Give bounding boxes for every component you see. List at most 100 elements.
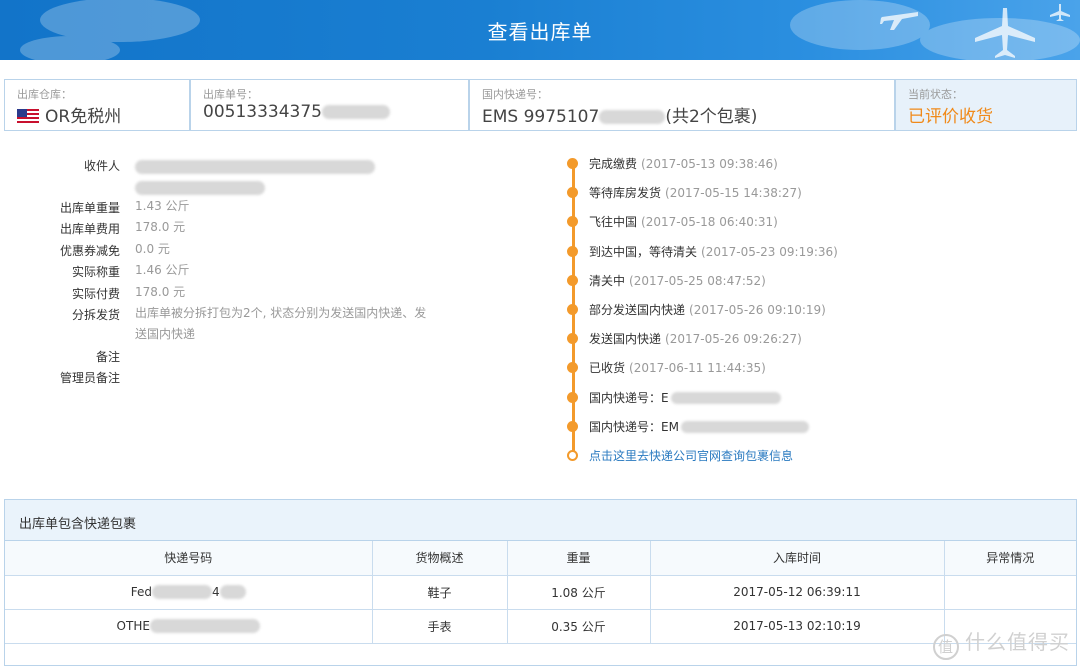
watermark-logo: 值 [933, 634, 959, 660]
timeline-dot [567, 158, 578, 169]
timeline-timestamp: (2017-05-18 06:40:31) [641, 215, 778, 230]
timeline-text: 清关中 (2017-05-25 08:47:52) [589, 272, 766, 289]
us-flag-icon [17, 109, 39, 123]
column-header-time: 入库时间 [650, 541, 945, 576]
page-title: 查看出库单 [487, 20, 593, 44]
actual-pay-label: 实际付费 [71, 287, 120, 301]
timeline-text: 完成缴费 (2017-05-13 09:38:46) [589, 155, 778, 172]
tracking-cell: OTHE [5, 609, 373, 644]
admin-remark-label: 管理员备注 [59, 371, 120, 385]
order-number-box: 出库单号： 00513334375 [190, 79, 469, 131]
fee-value: 178.0 元 [135, 220, 186, 234]
weight-label: 出库单重量 [59, 201, 120, 215]
timeline-end-dot [567, 450, 578, 461]
timeline-dot [567, 216, 578, 228]
table-row: OTHE 手表 0.35 公斤 2017-05-13 02:10:19 [5, 609, 1076, 644]
timeline-timestamp: (2017-05-26 09:10:19) [689, 303, 826, 317]
redacted-block [135, 159, 375, 174]
redacted-block [135, 180, 265, 195]
timeline-event: 已收货 [589, 361, 626, 376]
timeline-timestamp: (2017-06-11 11:44:35) [629, 361, 766, 376]
column-header-exception: 异常情况 [944, 541, 1076, 576]
timeline-dot [567, 304, 578, 315]
warehouse-value: OR免税州 [17, 102, 121, 127]
watermark: 值什么值得买 [933, 626, 1070, 660]
timeline-event: 国内快递号：EM [589, 419, 679, 434]
column-header-goods: 货物概述 [372, 541, 508, 576]
actual-weight-value: 1.46 公斤 [135, 263, 190, 277]
recipient-value [135, 156, 435, 198]
timeline-text: 国内快递号：EM [589, 418, 809, 435]
watermark-text: 什么值得买 [965, 630, 1070, 654]
timeline-event: 完成缴费 [589, 157, 638, 171]
order-number-label: 出库单号： [203, 88, 258, 101]
timeline-event: 清关中 [589, 273, 626, 288]
express-number-box: 国内快递号： EMS 9975107 (共2个包裹) [469, 79, 895, 131]
timeline-timestamp: (2017-05-13 09:38:46) [641, 157, 778, 171]
timeline-text: 国内快递号：E [589, 389, 781, 406]
split-value: 出库单被分拆打包为2个, 状态分别为发送国内快递、发送国内快递 [135, 306, 427, 341]
redacted-block [680, 421, 809, 434]
goods-cell: 鞋子 [372, 575, 508, 610]
status-label: 当前状态： [908, 88, 963, 101]
timeline-dot [567, 420, 578, 432]
timeline-dot [567, 274, 578, 286]
warehouse-label: 出库仓库： [17, 88, 72, 101]
weight-value: 1.43 公斤 [135, 199, 190, 213]
redacted-block [321, 105, 390, 119]
warehouse-box: 出库仓库： OR免税州 [4, 79, 190, 131]
table-row: Fed 4 鞋子 1.08 公斤 2017-05-12 06:39:11 [5, 575, 1076, 610]
express-number-label: 国内快递号： [482, 88, 548, 101]
timeline-text: 部分发送国内快递 (2017-05-26 09:10:19) [589, 301, 826, 318]
page-header: 查看出库单 [0, 0, 1080, 60]
timeline-event: 到达中国，等待清关 [589, 244, 698, 259]
packages-panel: 出库单包含快递包裹 快递号码 货物概述 重量 入库时间 异常情况 Fed 4 鞋子… [4, 499, 1077, 666]
tracking-cell: Fed 4 [5, 575, 373, 610]
table-header-row: 快递号码 货物概述 重量 入库时间 异常情况 [5, 541, 1076, 576]
split-label: 分拆发货 [71, 308, 120, 322]
packages-header: 出库单包含快递包裹 [5, 500, 1076, 541]
timeline-event: 国内快递号：E [589, 390, 669, 405]
timeline-timestamp: (2017-05-25 08:47:52) [629, 273, 766, 288]
express-number-value: EMS 9975107 (共2个包裹) [482, 102, 757, 127]
warehouse-name: OR免税州 [45, 107, 122, 127]
actual-weight-label: 实际称重 [71, 265, 120, 279]
timeline-event: 飞往中国 [589, 215, 638, 230]
timeline-text: 发送国内快递 (2017-05-26 09:26:27) [589, 330, 802, 347]
order-number-value: 00513334375 [203, 102, 390, 122]
timeline-text: 飞往中国 (2017-05-18 06:40:31) [589, 213, 778, 230]
track-package-link[interactable]: 点击这里去快递公司官网查询包裹信息 [589, 447, 793, 464]
actual-pay-value: 178.0 元 [135, 285, 186, 299]
tracking-prefix: Fed [130, 584, 153, 599]
status-box: 当前状态： 已评价收货 [895, 79, 1077, 131]
remark-label: 备注 [95, 350, 120, 364]
timeline-timestamp: (2017-05-15 14:38:27) [665, 186, 802, 201]
redacted-block [599, 110, 666, 124]
redacted-block [149, 619, 260, 634]
time-cell: 2017-05-13 02:10:19 [650, 609, 945, 644]
timeline-dot [567, 245, 578, 257]
redacted-block [219, 585, 246, 600]
column-header-tracking: 快递号码 [5, 541, 373, 576]
coupon-label: 优惠券减免 [59, 244, 120, 258]
exception-cell [944, 575, 1076, 610]
redacted-block [152, 585, 213, 600]
redacted-block [670, 392, 781, 405]
weight-cell: 0.35 公斤 [507, 609, 651, 644]
timeline-dot [567, 333, 578, 345]
timeline-event: 部分发送国内快递 [589, 303, 686, 317]
time-cell: 2017-05-12 06:39:11 [650, 575, 945, 610]
column-header-weight: 重量 [507, 541, 651, 576]
timeline-timestamp: (2017-05-26 09:26:27) [665, 332, 802, 347]
packages-title: 出库单包含快递包裹 [19, 517, 137, 532]
tracking-prefix: OTHE [116, 618, 150, 633]
timeline-dot [567, 391, 578, 403]
timeline-text: 到达中国，等待清关 (2017-05-23 09:19:36) [589, 243, 838, 260]
timeline-dot [567, 187, 578, 199]
timeline-text: 已收货 (2017-06-11 11:44:35) [589, 359, 766, 376]
timeline-event: 发送国内快递 [589, 332, 662, 347]
fee-label: 出库单费用 [59, 222, 120, 236]
timeline-event: 等待库房发货 [589, 186, 662, 201]
weight-cell: 1.08 公斤 [507, 575, 651, 610]
timeline-timestamp: (2017-05-23 09:19:36) [701, 244, 838, 259]
